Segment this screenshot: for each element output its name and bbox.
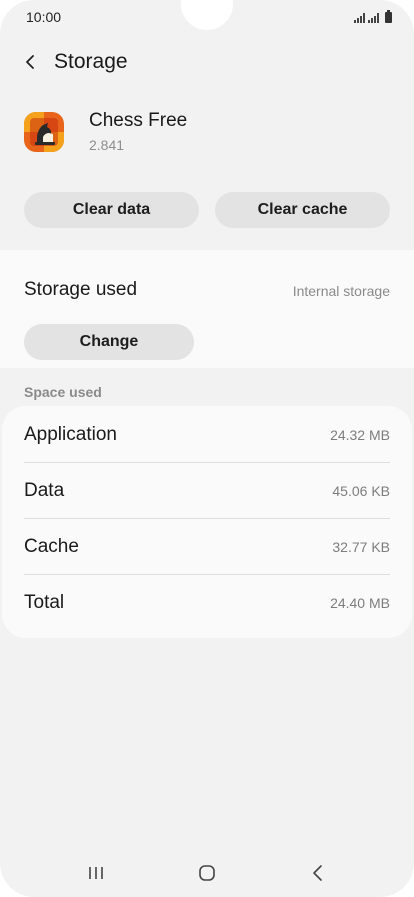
navigation-bar (0, 849, 414, 897)
home-button[interactable] (177, 853, 237, 893)
storage-used-card: Storage used Internal storage Change (0, 250, 414, 368)
space-used-header: Space used (24, 384, 102, 400)
storage-used-label: Storage used (24, 279, 138, 300)
phone-screen: 10:00 Storage Chess Free 2.841 Clear dat… (0, 0, 414, 897)
back-button[interactable] (0, 40, 60, 84)
space-row-value: 45.06 KB (332, 483, 390, 499)
battery-icon (385, 10, 392, 23)
change-button[interactable]: Change (24, 324, 194, 360)
home-icon (199, 865, 215, 881)
space-row-value: 24.40 MB (330, 595, 390, 611)
space-row-value: 32.77 KB (332, 539, 390, 555)
space-row-cache: Cache 32.77 KB (24, 519, 390, 575)
app-text: Chess Free 2.841 (89, 110, 187, 153)
space-row-value: 24.32 MB (330, 427, 390, 443)
clear-data-button[interactable]: Clear data (24, 192, 199, 228)
space-row-label: Total (24, 592, 65, 613)
status-icons (354, 10, 392, 23)
status-time: 10:00 (26, 9, 62, 25)
space-row-application: Application 24.32 MB (24, 407, 390, 463)
space-used-card: Application 24.32 MB Data 45.06 KB Cache… (2, 406, 412, 638)
app-bar: Storage (0, 40, 414, 84)
app-name: Chess Free (89, 110, 188, 131)
space-row-label: Application (24, 424, 117, 445)
page-title: Storage (54, 50, 128, 73)
storage-used-value: Internal storage (292, 283, 390, 299)
nav-back-button[interactable] (288, 853, 348, 893)
signal-icon (354, 13, 365, 23)
nav-back-icon (313, 865, 323, 881)
signal-icon-2 (368, 13, 379, 23)
app-info: Chess Free 2.841 (24, 110, 187, 153)
space-row-label: Cache (24, 536, 79, 557)
space-row-total: Total 24.40 MB (24, 575, 390, 631)
chevron-left-icon (26, 55, 34, 69)
recents-icon (88, 867, 103, 879)
clear-cache-button[interactable]: Clear cache (215, 192, 390, 228)
space-row-label: Data (24, 480, 65, 501)
space-row-data: Data 45.06 KB (24, 463, 390, 519)
app-version: 2.841 (89, 137, 125, 153)
chess-app-icon (24, 111, 64, 152)
recents-button[interactable] (66, 853, 126, 893)
